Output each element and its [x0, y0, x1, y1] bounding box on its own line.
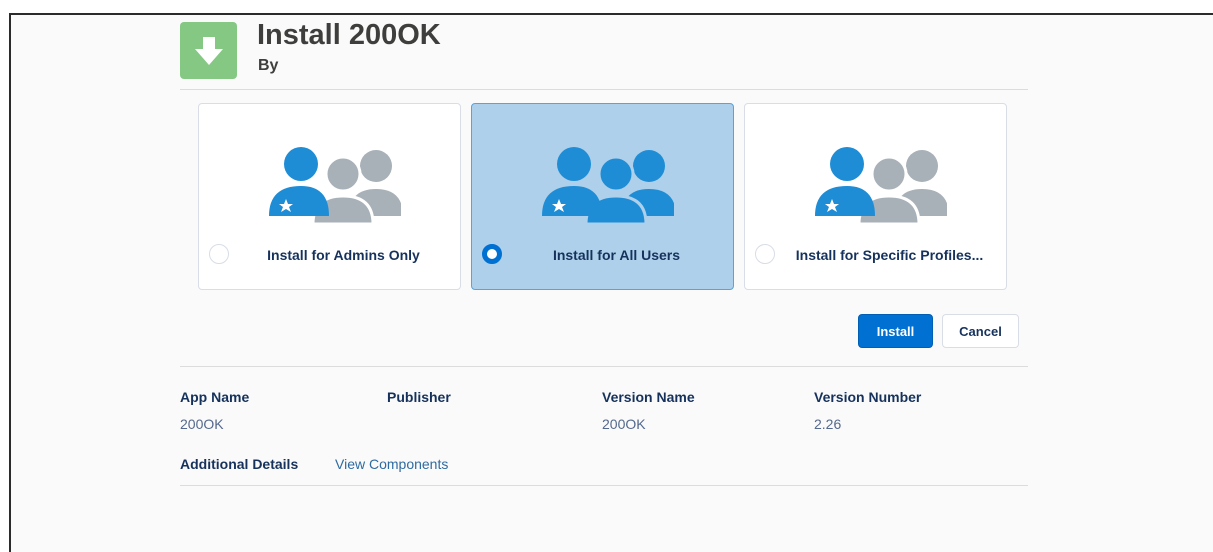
- cancel-button[interactable]: Cancel: [942, 314, 1019, 348]
- people-admin-icon: [261, 144, 403, 229]
- option-specific-profiles[interactable]: Install for Specific Profiles...: [744, 103, 1007, 290]
- additional-details-label: Additional Details: [180, 456, 299, 472]
- header-publisher: Publisher: [387, 389, 451, 405]
- install-header: Install 200OK By: [180, 19, 1028, 90]
- bottom-divider: [180, 485, 1028, 486]
- radio-admins-only[interactable]: [209, 244, 229, 264]
- section-divider: [180, 366, 1028, 367]
- option-admins-only[interactable]: Install for Admins Only: [198, 103, 461, 290]
- radio-specific-profiles[interactable]: [755, 244, 775, 264]
- view-components-link[interactable]: View Components: [335, 456, 448, 472]
- header-app-name: App Name: [180, 389, 250, 405]
- publisher-by-label: By: [258, 57, 279, 74]
- page-title: Install 200OK: [257, 19, 441, 51]
- option-all-users[interactable]: Install for All Users: [471, 103, 734, 290]
- header-version-number: Version Number: [814, 389, 922, 405]
- people-specific-icon: [807, 144, 949, 229]
- value-app-name: 200OK: [180, 416, 224, 432]
- people-all-icon: [534, 144, 676, 229]
- header-version-name: Version Name: [602, 389, 695, 405]
- option-label-all-users: Install for All Users: [552, 247, 681, 263]
- install-button[interactable]: Install: [858, 314, 933, 348]
- download-arrow-icon: [180, 22, 237, 79]
- option-label-specific-profiles: Install for Specific Profiles...: [795, 247, 984, 263]
- radio-all-users[interactable]: [482, 244, 502, 264]
- value-version-name: 200OK: [602, 416, 646, 432]
- option-label-admins-only: Install for Admins Only: [267, 247, 420, 263]
- value-version-number: 2.26: [814, 416, 842, 432]
